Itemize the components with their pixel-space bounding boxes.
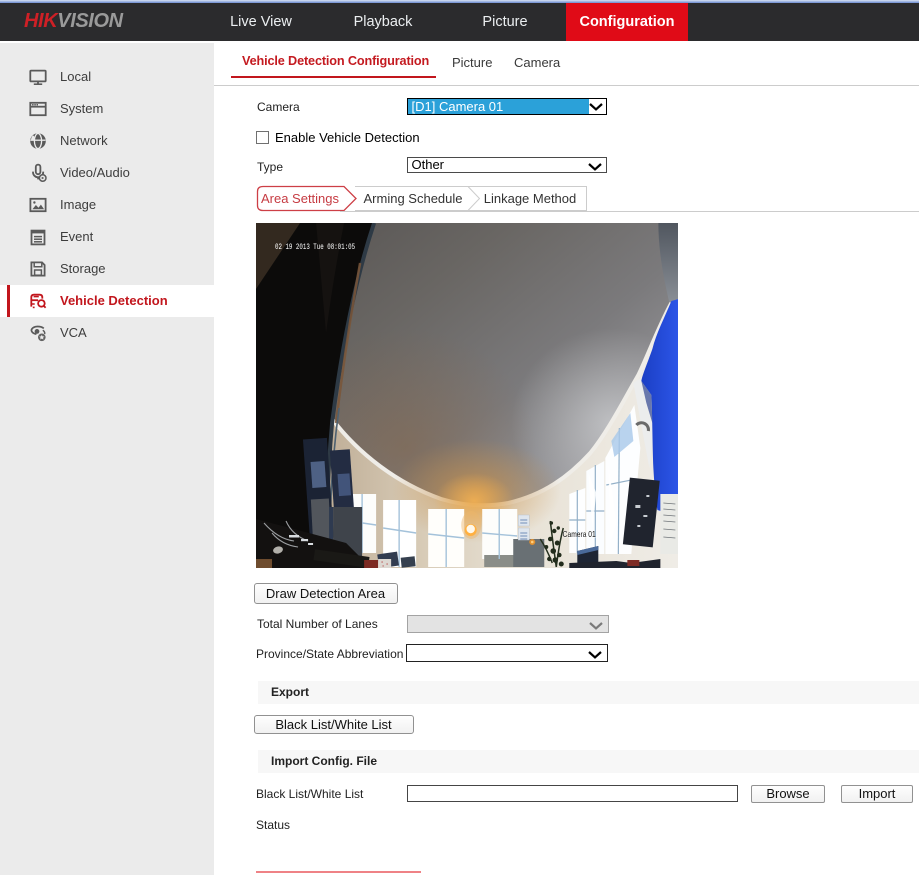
- svg-text:Camera 01: Camera 01: [562, 530, 595, 539]
- svg-text:02 19 2013 Tue 08:01:05: 02 19 2013 Tue 08:01:05: [275, 243, 355, 252]
- svg-text:Arming Schedule: Arming Schedule: [364, 191, 463, 206]
- svg-text:Area Settings: Area Settings: [261, 191, 340, 206]
- svg-text:Linkage Method: Linkage Method: [484, 191, 577, 206]
